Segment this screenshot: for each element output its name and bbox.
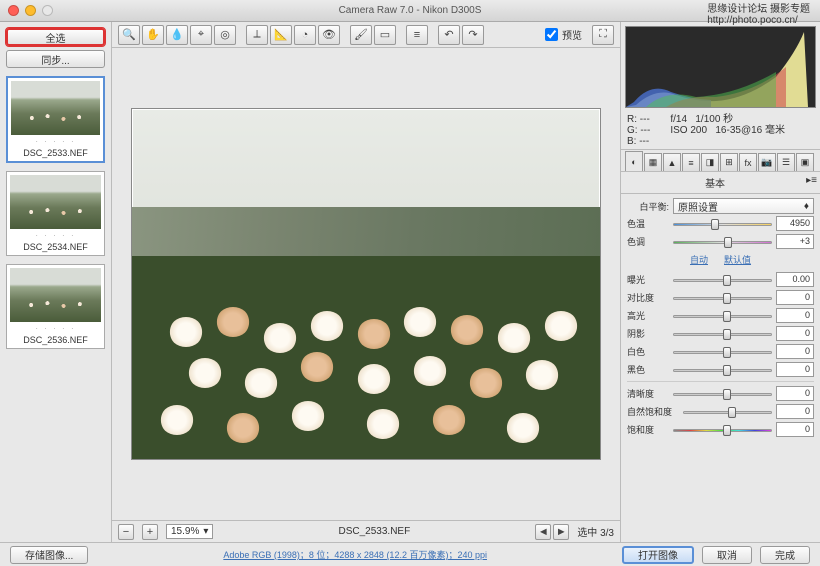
tab-curve[interactable]: ▦ <box>644 153 662 171</box>
sampler-tool-icon[interactable]: ⌖ <box>190 25 212 45</box>
thumb-image <box>10 268 101 322</box>
histogram[interactable] <box>625 26 816 108</box>
thumb-label: DSC_2534.NEF <box>10 242 101 252</box>
tint-slider[interactable] <box>673 235 772 249</box>
tint-value[interactable]: +3 <box>776 234 814 249</box>
rotate-ccw-icon[interactable]: ↶ <box>438 25 460 45</box>
tab-detail[interactable]: ▲ <box>663 153 681 171</box>
exposure-slider[interactable] <box>673 273 772 287</box>
default-link[interactable]: 默认值 <box>724 255 751 265</box>
minimize-icon[interactable] <box>25 5 36 16</box>
close-icon[interactable] <box>8 5 19 16</box>
adjustments-panel: R: ---G: ---B: --- f/14 1/100 秒 ISO 200 … <box>620 22 820 542</box>
zoom-select[interactable]: 15.9%▾ <box>166 524 213 539</box>
shadows-slider[interactable] <box>673 327 772 341</box>
highlights-slider[interactable] <box>673 309 772 323</box>
wb-label: 白平衡: <box>627 200 669 213</box>
panel-title: 基本 ▸≡ <box>621 172 820 194</box>
zoom-out-icon[interactable]: − <box>118 524 134 540</box>
toolbar: 🔍 ✋ 💧 ⌖ ◎ ⟂ 📐 ◔ 👁 🖌 ▭ ≡ ↶ ↷ 预览 ⛶ <box>112 22 620 48</box>
temp-slider[interactable] <box>673 217 772 231</box>
blacks-slider[interactable] <box>673 363 772 377</box>
prev-image-icon[interactable]: ◄ <box>535 524 551 540</box>
target-tool-icon[interactable]: ◎ <box>214 25 236 45</box>
tab-basic[interactable]: ◐ <box>625 151 643 171</box>
preview-statusbar: − + 15.9%▾ DSC_2533.NEF ◄ ► 选中 3/3 <box>112 520 620 542</box>
tab-split[interactable]: ◨ <box>701 153 719 171</box>
open-image-button[interactable]: 打开图像 <box>622 546 694 564</box>
whites-slider[interactable] <box>673 345 772 359</box>
thumbnail-1[interactable]: · · · · · DSC_2533.NEF <box>6 76 105 163</box>
crop-tool-icon[interactable]: ⟂ <box>246 25 268 45</box>
image-preview[interactable] <box>131 108 601 460</box>
thumb-image <box>10 175 101 229</box>
watermark: 思缘设计论坛 摄影专题 http://photo.poco.cn/ <box>707 4 810 26</box>
tab-presets[interactable]: ☰ <box>777 153 795 171</box>
sync-button[interactable]: 同步... <box>6 50 105 68</box>
preview-label: 预览 <box>562 27 582 42</box>
selection-count: 选中 3/3 <box>577 524 614 539</box>
traffic-lights <box>8 5 53 16</box>
window-title: Camera Raw 7.0 - Nikon D300S <box>339 5 482 16</box>
tab-hsl[interactable]: ≡ <box>682 153 700 171</box>
thumb-label: DSC_2533.NEF <box>11 148 100 158</box>
zoom-in-icon[interactable]: + <box>142 524 158 540</box>
prefs-icon[interactable]: ≡ <box>406 25 428 45</box>
thumbnail-3[interactable]: · · · · · DSC_2536.NEF <box>6 264 105 349</box>
temp-value[interactable]: 4950 <box>776 216 814 231</box>
redeye-tool-icon[interactable]: 👁 <box>318 25 340 45</box>
preview-checkbox[interactable] <box>545 28 558 41</box>
vibrance-slider[interactable] <box>683 405 772 419</box>
workflow-link[interactable]: Adobe RGB (1998)；8 位；4288 x 2848 (12.2 百… <box>96 548 614 561</box>
filename-label: DSC_2533.NEF <box>221 526 527 537</box>
tab-snapshots[interactable]: ▣ <box>796 153 814 171</box>
straighten-tool-icon[interactable]: 📐 <box>270 25 292 45</box>
wb-tool-icon[interactable]: 💧 <box>166 25 188 45</box>
save-image-button[interactable]: 存储图像... <box>10 546 88 564</box>
thumb-label: DSC_2536.NEF <box>10 335 101 345</box>
exif-readout: f/14 1/100 秒 ISO 200 16-35@16 毫米 <box>670 114 785 147</box>
zoom-tool-icon[interactable]: 🔍 <box>118 25 140 45</box>
fullscreen-icon[interactable]: ⛶ <box>592 25 614 45</box>
auto-link[interactable]: 自动 <box>690 255 708 265</box>
rotate-cw-icon[interactable]: ↷ <box>462 25 484 45</box>
tab-camera[interactable]: 📷 <box>758 153 776 171</box>
wb-select[interactable]: 原照设置♦ <box>673 198 814 214</box>
grad-filter-icon[interactable]: ▭ <box>374 25 396 45</box>
select-all-button[interactable]: 全选 <box>6 28 105 46</box>
rgb-readout: R: ---G: ---B: --- <box>627 114 650 147</box>
tab-fx[interactable]: fx <box>739 153 757 171</box>
adjust-brush-icon[interactable]: 🖌 <box>350 25 372 45</box>
contrast-slider[interactable] <box>673 291 772 305</box>
thumb-image <box>11 81 100 135</box>
footer: 存储图像... Adobe RGB (1998)；8 位；4288 x 2848… <box>0 542 820 566</box>
window-titlebar: Camera Raw 7.0 - Nikon D300S <box>0 0 820 22</box>
thumbnail-2[interactable]: · · · · · DSC_2534.NEF <box>6 171 105 256</box>
tab-lens[interactable]: ⊞ <box>720 153 738 171</box>
filmstrip-panel: 全选 同步... · · · · · DSC_2533.NEF · · · · … <box>0 22 112 542</box>
saturation-slider[interactable] <box>673 423 772 437</box>
cancel-button[interactable]: 取消 <box>702 546 752 564</box>
done-button[interactable]: 完成 <box>760 546 810 564</box>
next-image-icon[interactable]: ► <box>553 524 569 540</box>
zoom-icon[interactable] <box>42 5 53 16</box>
clarity-slider[interactable] <box>673 387 772 401</box>
hand-tool-icon[interactable]: ✋ <box>142 25 164 45</box>
panel-tabs: ◐ ▦ ▲ ≡ ◨ ⊞ fx 📷 ☰ ▣ <box>621 150 820 172</box>
spot-tool-icon[interactable]: ◔ <box>294 25 316 45</box>
